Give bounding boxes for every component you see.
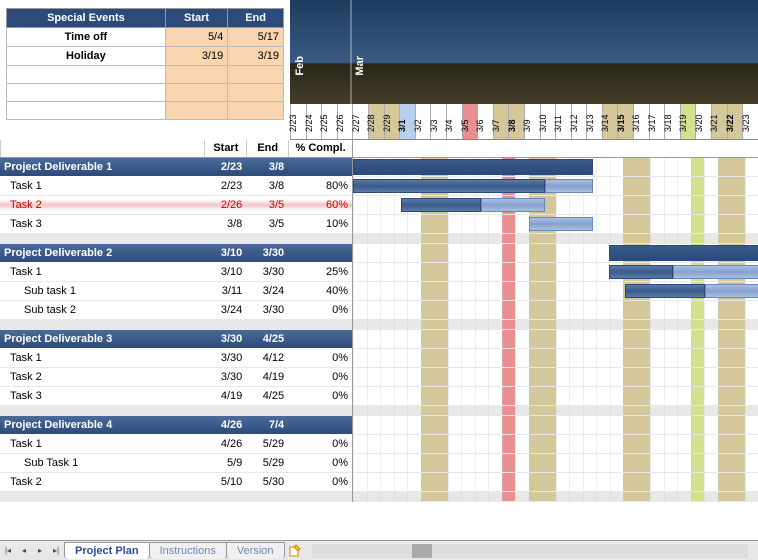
date-header-cell[interactable]: 3/2 <box>415 104 431 139</box>
task-row[interactable]: Sub task 23/243/300% <box>0 301 352 320</box>
task-row[interactable]: Task 25/105/300% <box>0 473 352 492</box>
task-row[interactable]: Sub task 13/113/2440% <box>0 282 352 301</box>
scrollbar-thumb[interactable] <box>412 544 432 558</box>
gantt-task-row <box>353 368 758 387</box>
event-row[interactable]: Holiday 3/19 3/19 <box>7 47 284 66</box>
gantt-task-row <box>353 301 758 320</box>
task-row[interactable]: Task 13/304/120% <box>0 349 352 368</box>
gantt-task-row <box>353 196 758 215</box>
events-col-end: End <box>228 9 284 28</box>
col-end: End <box>246 140 288 157</box>
date-header-cell[interactable]: 3/23 <box>742 104 758 139</box>
event-row[interactable] <box>7 102 284 120</box>
gantt-bar-done[interactable] <box>609 265 673 279</box>
gantt-bar-remaining[interactable] <box>705 284 758 298</box>
gantt-bar-done[interactable] <box>625 284 705 298</box>
new-sheet-icon[interactable] <box>288 544 302 558</box>
tab-instructions[interactable]: Instructions <box>149 542 227 559</box>
tab-nav-first[interactable]: |◂ <box>0 543 16 559</box>
col-start: Start <box>204 140 246 157</box>
task-row[interactable]: Task 12/233/880% <box>0 177 352 196</box>
col-complete: % Compl. <box>288 140 352 157</box>
task-row[interactable]: Task 14/265/290% <box>0 435 352 454</box>
deliverable-row[interactable]: Project Deliverable 33/304/25 <box>0 330 352 349</box>
gantt-bar-remaining[interactable] <box>481 198 545 212</box>
gantt-task-row <box>353 177 758 196</box>
task-row[interactable]: Task 33/83/510% <box>0 215 352 234</box>
gantt-task-row <box>353 435 758 454</box>
event-row[interactable] <box>7 84 284 102</box>
tab-version[interactable]: Version <box>226 542 285 559</box>
gantt-task-row <box>353 215 758 234</box>
gantt-deliverable-row <box>353 416 758 435</box>
date-header-cell[interactable]: 3/12 <box>571 104 587 139</box>
tab-nav-prev[interactable]: ◂ <box>16 543 32 559</box>
gantt-deliverable-row <box>353 244 758 263</box>
deliverable-row[interactable]: Project Deliverable 23/103/30 <box>0 244 352 263</box>
event-row[interactable]: Time off 5/4 5/17 <box>7 28 284 47</box>
deliverable-row[interactable]: Project Deliverable 44/267/4 <box>0 416 352 435</box>
date-axis: 2/232/242/252/262/272/282/293/13/23/33/4… <box>290 104 758 139</box>
gantt-bar[interactable] <box>353 159 593 175</box>
gantt-task-row <box>353 387 758 406</box>
gantt-chart-panel <box>353 140 758 502</box>
sheet-tabs-bar: |◂ ◂ ▸ ▸| Project Plan Instructions Vers… <box>0 540 758 560</box>
special-events-table: Special Events Start End Time off 5/4 5/… <box>6 8 284 120</box>
deliverable-row[interactable]: Project Deliverable 12/233/8 <box>0 158 352 177</box>
tab-nav-next[interactable]: ▸ <box>32 543 48 559</box>
task-list-panel: Start End % Compl. Project Deliverable 1… <box>0 140 353 502</box>
events-title: Special Events <box>7 9 166 28</box>
gantt-timeline-header: Feb Mar 2/232/242/252/262/272/282/293/13… <box>290 0 758 140</box>
horizontal-scrollbar[interactable] <box>312 544 748 558</box>
special-events-panel: Special Events Start End Time off 5/4 5/… <box>0 0 290 140</box>
task-row[interactable]: Task 23/304/190% <box>0 368 352 387</box>
tab-nav-last[interactable]: ▸| <box>48 543 64 559</box>
gantt-bar-remaining[interactable] <box>529 217 593 231</box>
gantt-task-row <box>353 473 758 492</box>
month-label-mar: Mar <box>354 56 366 76</box>
task-row[interactable]: Task 22/263/560% <box>0 196 352 215</box>
date-header-cell[interactable]: 3/17 <box>649 104 665 139</box>
task-row[interactable]: Task 34/194/250% <box>0 387 352 406</box>
task-row[interactable]: Sub Task 15/95/290% <box>0 454 352 473</box>
date-header-cell[interactable]: 3/7 <box>493 104 509 139</box>
task-columns-header: Start End % Compl. <box>0 140 352 158</box>
gantt-task-row <box>353 349 758 368</box>
tab-project-plan[interactable]: Project Plan <box>64 542 150 559</box>
gantt-task-row <box>353 454 758 473</box>
event-row[interactable] <box>7 66 284 84</box>
gantt-bar-done[interactable] <box>353 179 545 193</box>
gantt-task-row <box>353 263 758 282</box>
gantt-deliverable-row <box>353 158 758 177</box>
gantt-bar-remaining[interactable] <box>545 179 593 193</box>
gantt-task-row <box>353 282 758 301</box>
gantt-bar[interactable] <box>609 245 758 261</box>
events-col-start: Start <box>165 9 227 28</box>
gantt-bar-done[interactable] <box>401 198 481 212</box>
task-row[interactable]: Task 13/103/3025% <box>0 263 352 282</box>
gantt-deliverable-row <box>353 330 758 349</box>
month-label-feb: Feb <box>294 56 306 76</box>
gantt-bar-remaining[interactable] <box>673 265 758 279</box>
date-header-cell[interactable]: 3/22 <box>727 104 743 139</box>
